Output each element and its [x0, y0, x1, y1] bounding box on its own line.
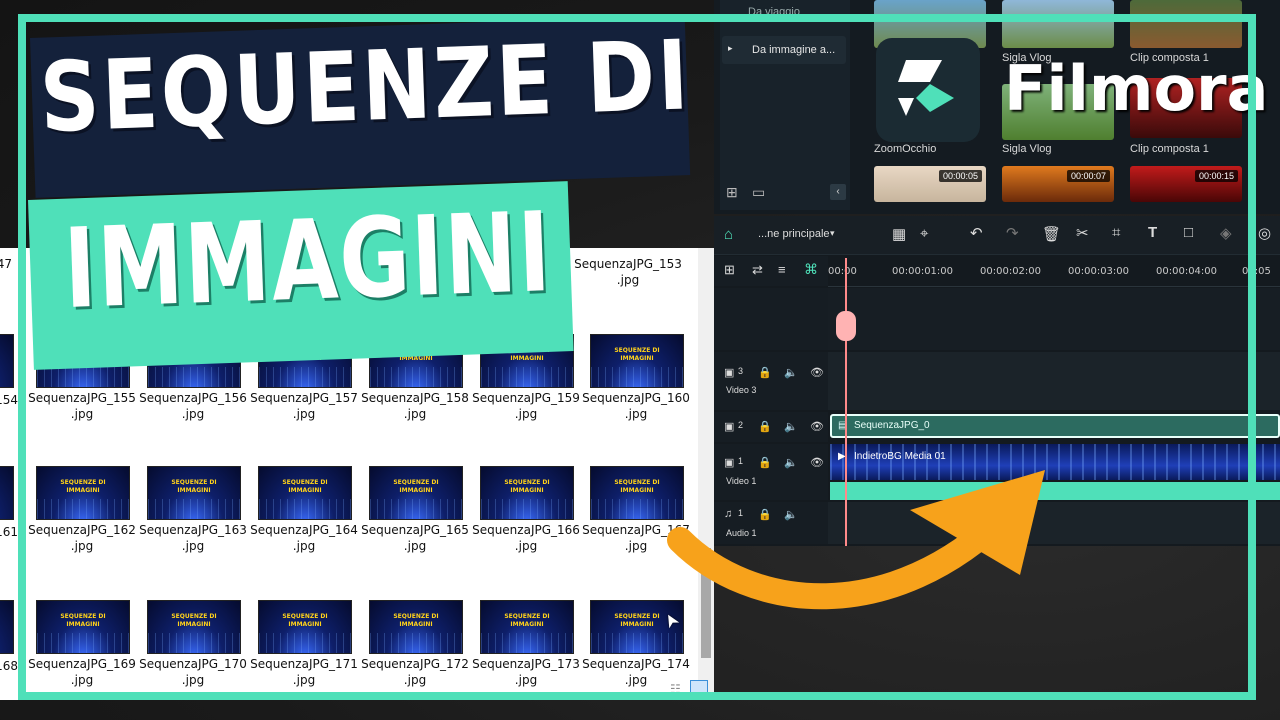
file-thumbnail[interactable]: [0, 466, 14, 520]
accent-frame: [18, 14, 1256, 700]
file-thumbnail[interactable]: [0, 600, 14, 654]
file-name-partial: 154: [0, 393, 18, 407]
file-name-partial: 168: [0, 659, 18, 673]
file-name-partial: 161: [0, 525, 18, 539]
file-thumbnail[interactable]: [0, 334, 14, 388]
file-name-partial: 147: [0, 257, 12, 271]
more-icon[interactable]: ◎: [1258, 224, 1271, 242]
